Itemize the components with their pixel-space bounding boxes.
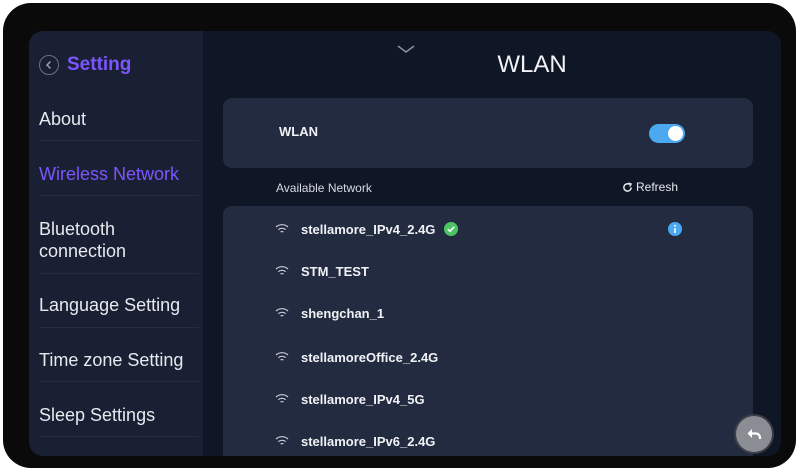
main-panel: WLAN WLAN Available Network Refresh stel… — [203, 31, 781, 456]
network-name: stellamore_IPv6_2.4G — [301, 433, 436, 449]
network-name: STM_TEST — [301, 263, 369, 279]
sidebar-header: Setting — [29, 31, 203, 93]
wifi-icon — [275, 266, 289, 275]
sidebar-title: Setting — [67, 54, 132, 75]
refresh-label: Refresh — [636, 180, 679, 194]
wifi-icon — [275, 224, 289, 233]
back-button[interactable] — [39, 55, 59, 75]
wlan-label: WLAN — [279, 124, 318, 139]
sidebar-item-sleep[interactable]: Sleep Settings — [39, 404, 199, 426]
sidebar-item-language[interactable]: Language Setting — [39, 294, 199, 316]
divider — [39, 195, 199, 196]
network-name: stellamoreOffice_2.4G — [301, 349, 439, 365]
wifi-icon — [275, 394, 289, 403]
refresh-button[interactable]: Refresh — [622, 180, 678, 194]
return-button[interactable] — [736, 416, 772, 452]
refresh-icon — [623, 181, 633, 192]
sidebar-item-bluetooth[interactable]: Bluetooth connection — [39, 218, 199, 262]
divider — [39, 140, 199, 141]
info-icon[interactable] — [668, 222, 682, 236]
divider — [39, 327, 199, 328]
network-list: stellamore_IPv4_2.4G STM_TEST shengchan_… — [223, 206, 753, 456]
wifi-icon — [275, 352, 289, 361]
network-item[interactable]: stellamoreOffice_2.4G — [275, 345, 438, 369]
network-item[interactable]: shengchan_1 — [275, 301, 384, 325]
sidebar-item-about[interactable]: About — [39, 108, 199, 130]
divider — [39, 381, 199, 382]
divider — [39, 273, 199, 274]
network-item[interactable]: stellamore_IPv6_2.4G — [275, 429, 435, 453]
network-item[interactable]: stellamore_IPv4_2.4G — [275, 217, 459, 241]
network-item[interactable]: stellamore_IPv4_5G — [275, 387, 425, 411]
network-item[interactable]: STM_TEST — [275, 259, 369, 283]
divider — [39, 436, 199, 437]
wlan-card: WLAN — [223, 98, 753, 168]
screen: Setting About Wireless Network Bluetooth… — [29, 31, 781, 456]
return-icon — [747, 429, 762, 439]
sidebar-item-time-zone[interactable]: Time zone Setting — [39, 349, 199, 371]
wifi-icon — [275, 308, 289, 317]
chevron-left-icon — [45, 60, 52, 70]
toggle-knob — [668, 126, 683, 141]
page-title: WLAN — [497, 51, 567, 78]
network-name: stellamore_IPv4_2.4G — [301, 221, 436, 237]
wifi-icon — [275, 436, 289, 445]
wlan-toggle[interactable] — [649, 124, 685, 143]
available-network-label: Available Network — [276, 181, 372, 195]
sidebar: Setting About Wireless Network Bluetooth… — [29, 31, 203, 456]
check-circle-icon — [444, 222, 459, 236]
network-name: shengchan_1 — [301, 305, 385, 321]
device-bezel: Setting About Wireless Network Bluetooth… — [3, 3, 796, 468]
sidebar-item-wireless-network[interactable]: Wireless Network — [39, 163, 199, 185]
network-name: stellamore_IPv4_5G — [301, 391, 425, 407]
